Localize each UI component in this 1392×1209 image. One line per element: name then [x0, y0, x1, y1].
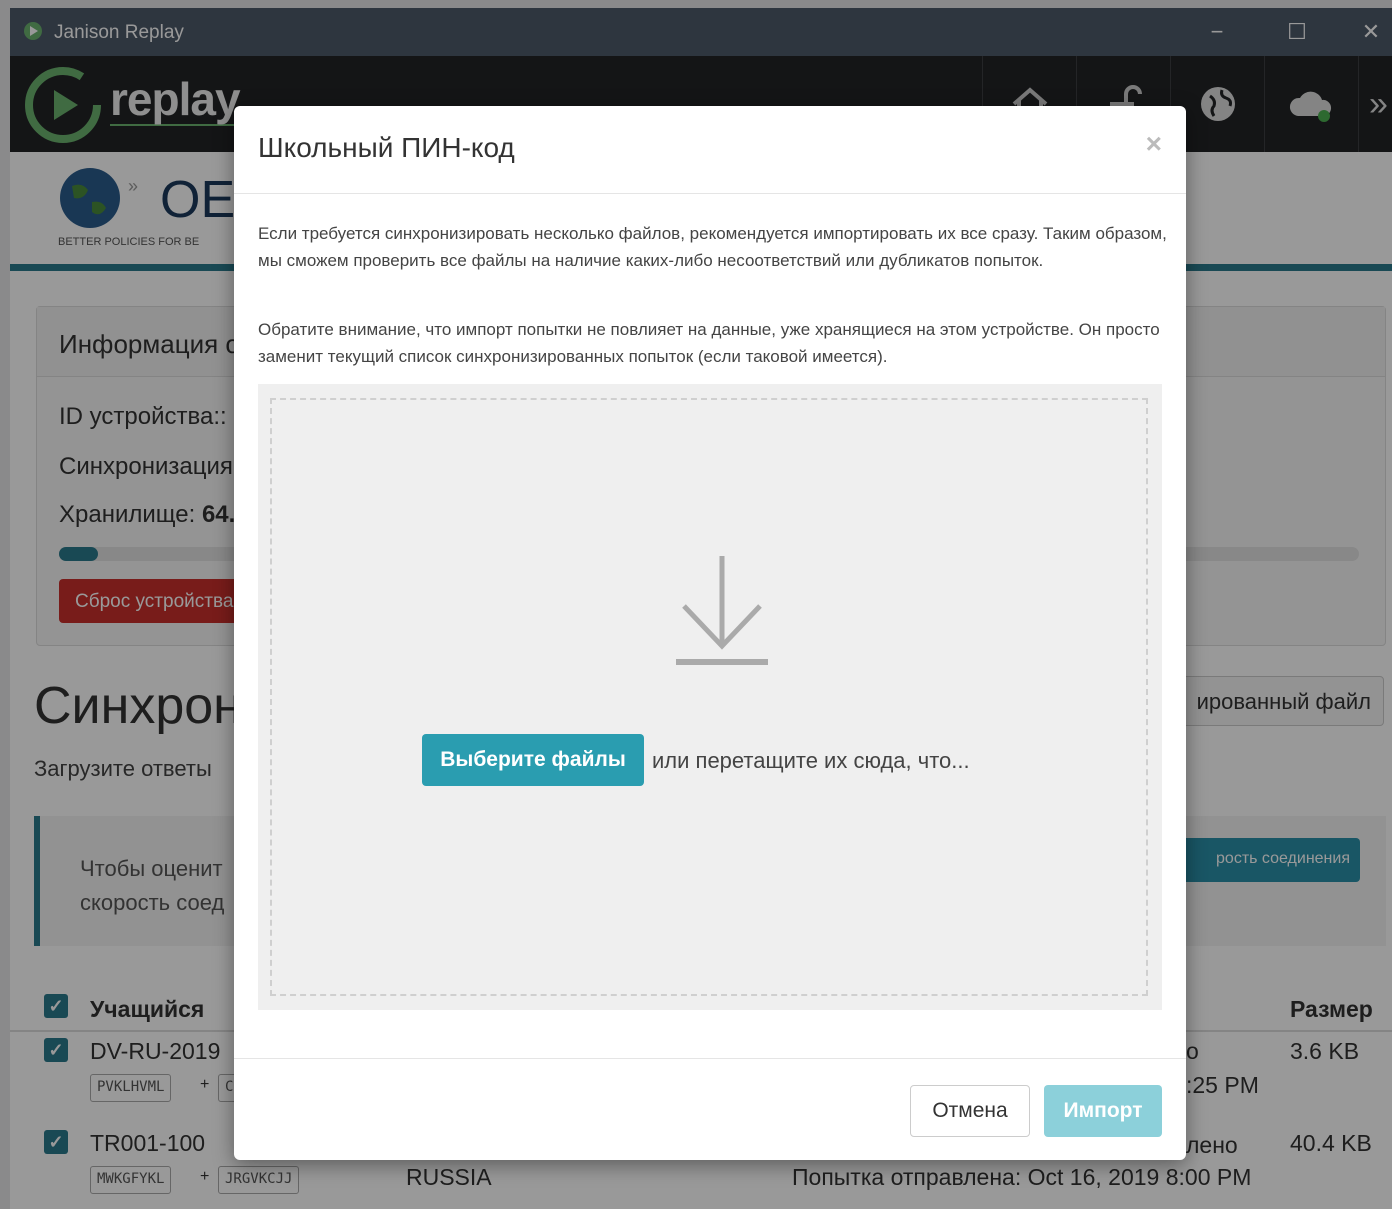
download-icon	[676, 556, 768, 665]
cancel-button[interactable]: Отмена	[910, 1085, 1030, 1137]
file-dropzone[interactable]: Выберите файлы или перетащите их сюда, ч…	[258, 384, 1162, 1010]
modal-header: Школьный ПИН-код ×	[234, 106, 1186, 194]
school-pin-dialog: Школьный ПИН-код × Если требуется синхро…	[234, 106, 1186, 1160]
modal-close-icon[interactable]: ×	[1146, 128, 1162, 160]
modal-paragraph-2: Обратите внимание, что импорт попытки не…	[258, 320, 1160, 366]
modal-footer: Отмена Импорт	[234, 1058, 1186, 1160]
import-button[interactable]: Импорт	[1044, 1085, 1162, 1137]
modal-title: Школьный ПИН-код	[258, 132, 515, 163]
dropzone-border: Выберите файлы или перетащите их сюда, ч…	[270, 398, 1148, 996]
drop-hint-text: или перетащите их сюда, что...	[652, 748, 970, 773]
modal-paragraph-1: Если требуется синхронизировать нескольк…	[258, 224, 1167, 270]
choose-files-button[interactable]: Выберите файлы	[422, 734, 644, 786]
